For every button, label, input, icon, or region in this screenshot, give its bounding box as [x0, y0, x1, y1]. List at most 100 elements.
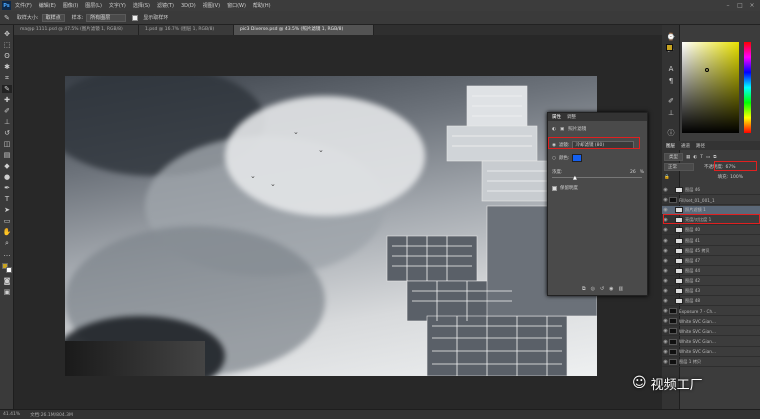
- reset-icon[interactable]: ↺: [600, 286, 604, 292]
- tab-document-3[interactable]: pic3 Diverse.psd @ 43.5% (照片滤镜 1, RGB/8): [234, 25, 374, 35]
- menu-view[interactable]: 视图(V): [203, 2, 220, 9]
- layer-row[interactable]: ◉ 图层 41: [662, 237, 760, 246]
- minimize-icon[interactable]: –: [722, 0, 734, 11]
- menu-3d[interactable]: 3D(D): [181, 3, 196, 9]
- visibility-eye-icon[interactable]: ◉: [662, 298, 669, 304]
- more-tools-icon[interactable]: …: [2, 250, 12, 258]
- marquee-tool-icon[interactable]: ⬚: [2, 41, 12, 49]
- density-slider[interactable]: [552, 177, 642, 178]
- filter-pixel-icon[interactable]: ▦: [686, 155, 690, 160]
- crop-tool-icon[interactable]: ⌗: [2, 74, 12, 82]
- color-picker-cursor[interactable]: [705, 68, 709, 72]
- healing-brush-icon[interactable]: ✚: [2, 96, 12, 104]
- tab-document-2[interactable]: 1.psd @ 16.7% (图层 1, RGB/8): [139, 25, 234, 35]
- zoom-level[interactable]: 41.41%: [3, 412, 20, 417]
- visibility-eye-icon[interactable]: ◉: [662, 207, 669, 213]
- eyedropper-icon[interactable]: ✎: [2, 85, 12, 93]
- clone-source-panel-icon[interactable]: ⊥: [666, 109, 676, 117]
- blur-tool-icon[interactable]: ◆: [2, 162, 12, 170]
- stamp-tool-icon[interactable]: ⊥: [2, 118, 12, 126]
- layer-row[interactable]: ◉ Exposure 7 - Ch...: [662, 307, 760, 317]
- visibility-eye-icon[interactable]: ◉: [662, 197, 669, 203]
- visibility-eye-icon[interactable]: ◉: [662, 339, 669, 345]
- filter-smart-icon[interactable]: ⧉: [713, 154, 716, 160]
- layer-row[interactable]: ◉ 图层 45 拷贝: [662, 247, 760, 256]
- menu-file[interactable]: 文件(F): [15, 2, 32, 9]
- quick-mask-icon[interactable]: ◙: [2, 277, 12, 285]
- layer-row[interactable]: ◉ White SVC Gian...: [662, 317, 760, 327]
- preserve-checkbox[interactable]: [552, 185, 557, 191]
- menu-edit[interactable]: 编辑(E): [39, 2, 56, 9]
- show-ring-checkbox[interactable]: [132, 14, 139, 21]
- type-tool-icon[interactable]: T: [2, 195, 12, 203]
- tab-properties[interactable]: 属性: [552, 114, 561, 120]
- layer-row[interactable]: ◉ 图层 42: [662, 277, 760, 286]
- color-picker-field[interactable]: [682, 42, 739, 133]
- view-previous-icon[interactable]: ◎: [591, 286, 595, 292]
- clip-icon[interactable]: ⧉: [582, 286, 586, 292]
- dodge-tool-icon[interactable]: ●: [2, 173, 12, 181]
- pen-tool-icon[interactable]: ✒: [2, 184, 12, 192]
- layer-row[interactable]: ◉ White SVC Gian...: [662, 327, 760, 337]
- menu-type[interactable]: 文字(Y): [109, 2, 126, 9]
- visibility-eye-icon[interactable]: ◉: [662, 187, 669, 193]
- visibility-eye-icon[interactable]: ◉: [662, 248, 669, 254]
- layer-row[interactable]: ◉ Fill/set_01_001_1: [662, 196, 760, 206]
- hue-slider[interactable]: [744, 42, 751, 133]
- shape-tool-icon[interactable]: ▭: [2, 217, 12, 225]
- menu-filter[interactable]: 滤镜(T): [157, 2, 174, 9]
- blend-mode-select[interactable]: 正常: [664, 163, 694, 171]
- paragraph-panel-icon[interactable]: ¶: [666, 77, 676, 85]
- layer-row[interactable]: ◉ 图层 48: [662, 297, 760, 307]
- menu-window[interactable]: 窗口(W): [227, 2, 246, 9]
- history-panel-icon[interactable]: ⌚: [666, 33, 676, 41]
- visibility-eye-icon[interactable]: ◉: [662, 227, 669, 233]
- visibility-eye-icon[interactable]: ◉: [662, 238, 669, 244]
- visibility-eye-icon[interactable]: ◉: [662, 328, 669, 334]
- tab-paths[interactable]: 路径: [696, 143, 705, 149]
- density-value[interactable]: 26: [630, 170, 636, 175]
- tab-layers[interactable]: 图层: [666, 143, 675, 149]
- brush-tool-icon[interactable]: ✐: [2, 107, 12, 115]
- filter-adjust-icon[interactable]: ◐: [693, 155, 697, 160]
- visibility-eye-icon[interactable]: ◉: [662, 359, 669, 365]
- tab-channels[interactable]: 通道: [681, 143, 690, 149]
- delete-icon[interactable]: ▥: [619, 286, 624, 292]
- sample-select[interactable]: 所有图层: [86, 13, 127, 22]
- tab-adjustments[interactable]: 调整: [567, 114, 576, 120]
- info-panel-icon[interactable]: ⓘ: [666, 129, 676, 137]
- menu-image[interactable]: 图像(I): [63, 2, 78, 9]
- visibility-eye-icon[interactable]: ◉: [662, 318, 669, 324]
- visibility-icon[interactable]: ◉: [609, 286, 613, 292]
- maximize-icon[interactable]: □: [734, 0, 746, 11]
- screen-mode-icon[interactable]: ▣: [2, 288, 12, 296]
- gradient-tool-icon[interactable]: ▤: [2, 151, 12, 159]
- menu-select[interactable]: 选择(S): [133, 2, 150, 9]
- layer-row[interactable]: ◉ 图层 40: [662, 226, 760, 236]
- character-panel-icon[interactable]: A: [666, 65, 676, 73]
- layer-row[interactable]: ◉ White SVC Gian...: [662, 348, 760, 357]
- menu-layer[interactable]: 图层(L): [85, 2, 102, 9]
- close-icon[interactable]: ×: [746, 0, 758, 11]
- eyedropper-tool-icon[interactable]: ✎: [4, 14, 10, 22]
- color-radio[interactable]: ○: [552, 156, 556, 161]
- mask-icon[interactable]: ▣: [560, 127, 564, 132]
- zoom-tool-icon[interactable]: ⌕: [2, 239, 12, 247]
- eraser-tool-icon[interactable]: ◫: [2, 140, 12, 148]
- visibility-eye-icon[interactable]: ◉: [662, 258, 669, 264]
- visibility-eye-icon[interactable]: ◉: [662, 288, 669, 294]
- filter-shape-icon[interactable]: ▭: [706, 155, 710, 160]
- layer-row[interactable]: ◉ 图层 46: [662, 186, 760, 195]
- lock-icon[interactable]: 🔒: [664, 175, 670, 180]
- density-slider-handle[interactable]: ▲: [573, 175, 577, 181]
- menu-help[interactable]: 帮助(H): [253, 2, 271, 9]
- lasso-tool-icon[interactable]: ʘ: [2, 52, 12, 60]
- document-canvas[interactable]: ⌄ ⌄ ⌄ ⌄: [65, 76, 597, 376]
- layer-row[interactable]: ◉ 图层 43: [662, 287, 760, 296]
- background-color-swatch[interactable]: [6, 267, 12, 273]
- tab-document-1[interactable]: ma@p 1111.psd @ 47.5% (图片滤镜 1, RGB/8): [14, 25, 139, 35]
- color-panel-foreground-swatch[interactable]: [666, 44, 673, 51]
- move-tool-icon[interactable]: ✥: [2, 30, 12, 38]
- hand-tool-icon[interactable]: ✋: [2, 228, 12, 236]
- visibility-eye-icon[interactable]: ◉: [662, 308, 669, 314]
